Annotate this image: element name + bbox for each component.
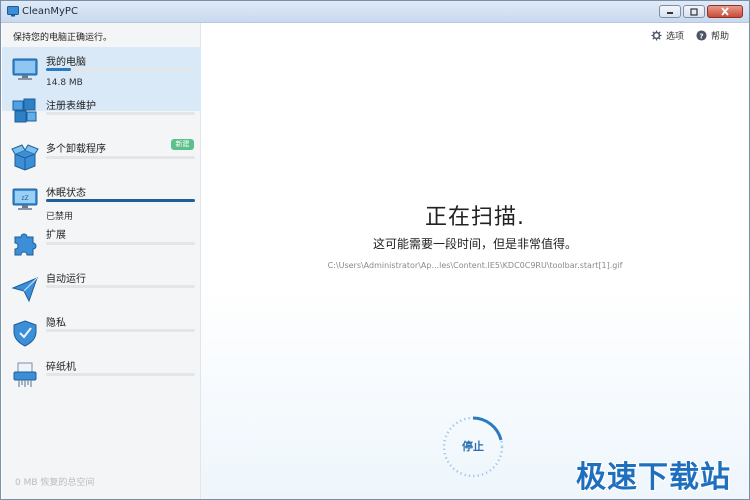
scan-subline: 这可能需要一段时间，但是非常值得。 bbox=[372, 237, 577, 251]
close-icon bbox=[721, 7, 729, 16]
sidebar-item-uninstaller[interactable]: 多个卸载程序 新建 bbox=[2, 135, 201, 179]
svg-text:zZ: zZ bbox=[21, 195, 28, 202]
registry-blocks-icon bbox=[12, 98, 37, 123]
shield-icon bbox=[13, 320, 37, 347]
help-label: 帮助 bbox=[710, 32, 729, 42]
progress-bar bbox=[46, 156, 195, 159]
paper-plane-icon bbox=[11, 277, 38, 303]
site-watermark: 极速下载站 bbox=[576, 460, 731, 495]
app-logo-icon bbox=[7, 6, 19, 17]
scan-current-path: C:\Users\Administrator\Ap...les\Content.… bbox=[327, 261, 623, 270]
sidebar-item-label: 扩展 bbox=[46, 230, 66, 241]
sidebar: 保持您的电脑正确运行。 我的电脑 14.8 MB 注册表维护 多个卸载程序 新建… bbox=[2, 23, 201, 499]
sidebar-item-extensions[interactable]: 扩展 bbox=[2, 223, 201, 267]
sidebar-item-shredder[interactable]: 碎纸机 bbox=[2, 355, 201, 399]
space-recovered-summary: 0 MB 恢复的总空间 bbox=[15, 478, 95, 488]
sidebar-item-size: 14.8 MB bbox=[46, 78, 83, 88]
stop-label: 停止 bbox=[462, 440, 484, 453]
window-controls bbox=[659, 5, 743, 19]
options-label: 选项 bbox=[665, 32, 684, 42]
sidebar-item-status: 已禁用 bbox=[46, 212, 74, 222]
progress-bar bbox=[46, 199, 195, 202]
minimize-icon bbox=[667, 11, 673, 14]
progress-bar bbox=[46, 68, 195, 71]
shredder-icon bbox=[13, 362, 37, 387]
close-button[interactable] bbox=[707, 5, 743, 18]
monitor-icon bbox=[12, 58, 38, 80]
help-icon: ? bbox=[696, 30, 707, 41]
sidebar-item-label: 多个卸载程序 bbox=[46, 144, 106, 155]
sidebar-item-label: 自动运行 bbox=[46, 274, 86, 285]
puzzle-icon bbox=[14, 233, 37, 256]
sidebar-item-privacy[interactable]: 隐私 bbox=[2, 311, 201, 355]
progress-bar bbox=[46, 373, 195, 376]
sidebar-item-hibernate[interactable]: zZ 休眠状态 已禁用 bbox=[2, 179, 201, 223]
main-panel: 选项 ? 帮助 正在扫描. 这可能需要一段时间，但是非常值得。 C:\Users… bbox=[201, 23, 749, 499]
svg-text:?: ? bbox=[699, 31, 703, 40]
options-link[interactable]: 选项 bbox=[651, 29, 684, 42]
maximize-button[interactable] bbox=[683, 5, 705, 18]
maximize-icon bbox=[690, 7, 698, 16]
stop-button[interactable]: 停止 bbox=[441, 415, 505, 479]
sidebar-item-label: 我的电脑 bbox=[46, 57, 86, 68]
minimize-button[interactable] bbox=[659, 5, 681, 18]
scan-headline: 正在扫描. bbox=[425, 205, 525, 230]
app-window: CleanMyPC 保持您的电脑正确运行。 我的电脑 14.8 MB 注册表维护… bbox=[0, 0, 750, 500]
sidebar-tagline: 保持您的电脑正确运行。 bbox=[13, 33, 113, 43]
sidebar-item-autorun[interactable]: 自动运行 bbox=[2, 267, 201, 311]
progress-fill bbox=[46, 68, 72, 71]
title-bar[interactable]: CleanMyPC bbox=[1, 1, 749, 23]
sidebar-item-registry[interactable]: 注册表维护 bbox=[2, 91, 201, 135]
hibernate-monitor-icon: zZ bbox=[12, 188, 38, 210]
progress-bar bbox=[46, 285, 195, 288]
gear-icon bbox=[651, 30, 662, 41]
progress-bar bbox=[46, 242, 195, 245]
progress-fill bbox=[46, 199, 195, 202]
sidebar-item-label: 碎纸机 bbox=[46, 362, 76, 373]
sidebar-item-label: 隐私 bbox=[46, 318, 66, 329]
open-box-icon bbox=[11, 144, 39, 171]
progress-bar bbox=[46, 329, 195, 332]
help-link[interactable]: ? 帮助 bbox=[696, 29, 729, 42]
sidebar-item-label: 休眠状态 bbox=[46, 188, 86, 199]
window-title: CleanMyPC bbox=[22, 6, 78, 17]
progress-bar bbox=[46, 112, 195, 115]
sidebar-item-label: 注册表维护 bbox=[46, 101, 96, 112]
new-badge: 新建 bbox=[171, 139, 194, 150]
top-links: 选项 ? 帮助 bbox=[651, 29, 729, 42]
